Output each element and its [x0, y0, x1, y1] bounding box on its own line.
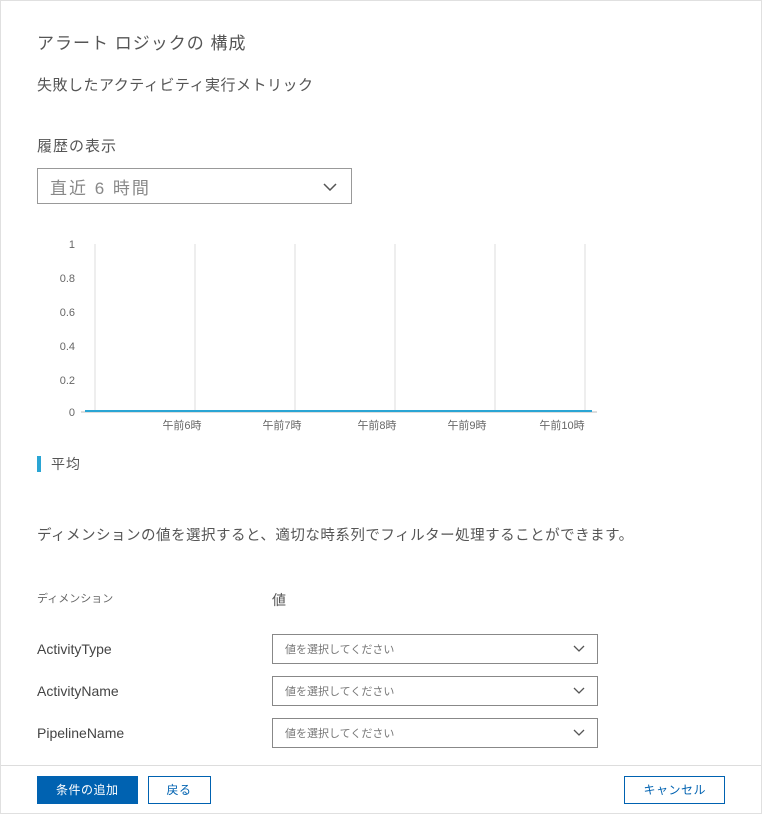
dimension-name: ActivityName [37, 683, 272, 699]
y-tick: 1 [69, 239, 75, 251]
dimension-header: ディメンション [37, 590, 272, 610]
chevron-down-icon [573, 643, 585, 655]
y-tick: 0 [69, 407, 75, 419]
y-tick: 0.6 [60, 307, 75, 319]
dimension-placeholder: 値を選択してください [285, 641, 394, 657]
metric-chart: 1 0.8 0.6 0.4 0.2 0 午前6時 午前7時 午前8時 午前9時 … [37, 234, 597, 434]
cancel-button[interactable]: キャンセル [624, 776, 725, 804]
x-tick: 午前7時 [262, 418, 301, 432]
y-tick: 0.4 [60, 341, 75, 353]
page-title: アラート ロジックの 構成 [37, 29, 725, 54]
dimension-placeholder: 値を選択してください [285, 683, 394, 699]
x-tick: 午前8時 [357, 418, 396, 432]
history-range-value: 直近 6 時間 [50, 174, 151, 199]
chevron-down-icon [323, 176, 337, 196]
x-tick: 午前10時 [539, 418, 584, 432]
x-tick: 午前6時 [162, 418, 201, 432]
history-label: 履歴の表示 [37, 135, 725, 156]
dimension-value-select[interactable]: 値を選択してください [272, 718, 598, 748]
legend-label: 平均 [51, 454, 81, 474]
back-button[interactable]: 戻る [148, 776, 211, 804]
dimension-value-select[interactable]: 値を選択してください [272, 634, 598, 664]
dimension-placeholder: 値を選択してください [285, 725, 394, 741]
chart-legend: 平均 [37, 454, 725, 474]
history-range-select[interactable]: 直近 6 時間 [37, 168, 352, 204]
y-tick: 0.2 [60, 375, 75, 387]
chevron-down-icon [573, 685, 585, 697]
dimension-row: ActivityName 値を選択してください [37, 676, 725, 706]
y-tick: 0.8 [60, 273, 75, 285]
dimension-row: PipelineName 値を選択してください [37, 718, 725, 748]
dimension-help-text: ディメンションの値を選択すると、適切な時系列でフィルター処理することができます。 [37, 524, 725, 545]
chevron-down-icon [573, 727, 585, 739]
add-condition-button[interactable]: 条件の追加 [37, 776, 138, 804]
legend-marker [37, 456, 41, 472]
x-tick: 午前9時 [447, 418, 486, 432]
metric-subtitle: 失敗したアクティビティ実行メトリック [37, 74, 725, 95]
dimension-row: ActivityType 値を選択してください [37, 634, 725, 664]
dimension-name: ActivityType [37, 641, 272, 657]
value-header: 値 [272, 590, 286, 610]
footer-toolbar: 条件の追加 戻る キャンセル [1, 765, 761, 813]
dimension-value-select[interactable]: 値を選択してください [272, 676, 598, 706]
dimension-name: PipelineName [37, 725, 272, 741]
